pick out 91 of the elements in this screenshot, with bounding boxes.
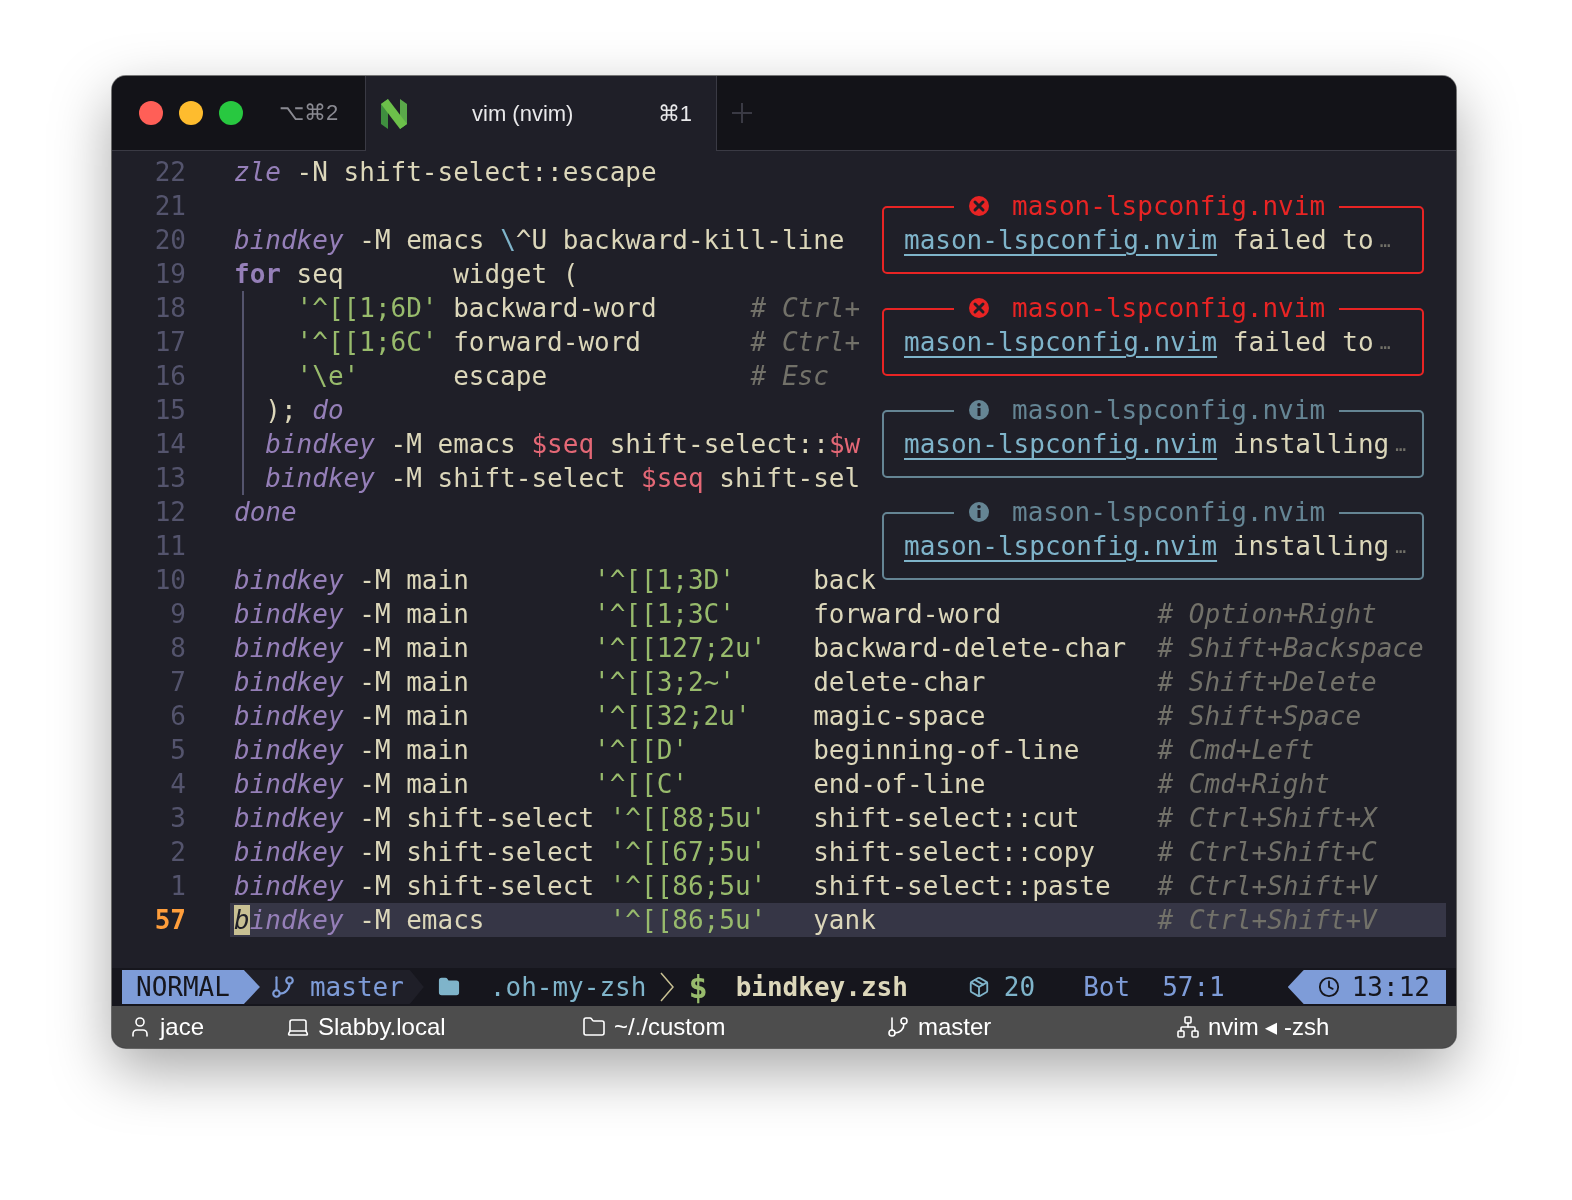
line-number: 9 — [169, 598, 186, 631]
line-number: 13 — [153, 462, 186, 495]
code-line: bindkey -M shift-select '^[[67;5u' shift-select::copy # Ctrl+Shift+C — [233, 836, 1377, 869]
code-line: bindkey -M main '^[[1;3D' back — [233, 564, 876, 597]
tab[interactable]: ⌥⌘2 — [279, 76, 365, 150]
cursor-position: 57:1 — [1162, 972, 1225, 1002]
package-icon — [967, 976, 990, 998]
line-number: 5 — [169, 734, 186, 767]
plugin-link[interactable]: mason-lspconfig.nvim — [904, 327, 1218, 357]
code-line: done — [233, 496, 297, 529]
line-number: 14 — [153, 428, 186, 461]
status-label: Slabby.local — [318, 1013, 446, 1041]
close-button[interactable] — [139, 101, 163, 125]
status-label: ~/./custom — [614, 1013, 726, 1041]
branch-name: master — [309, 972, 404, 1002]
folder-icon — [437, 976, 460, 998]
line-number: 6 — [169, 700, 186, 733]
clock-time: 13:12 — [1351, 972, 1430, 1002]
ellipsis: … — [1395, 535, 1407, 557]
chevron-icon — [660, 972, 675, 1002]
status-label: nvim ◂ -zsh — [1208, 1013, 1330, 1041]
line-number: 18 — [153, 292, 186, 325]
mode-indicator: NORMAL — [122, 970, 260, 1004]
minimize-button[interactable] — [179, 101, 203, 125]
line-number: 1 — [169, 870, 186, 903]
line-number: 21 — [153, 190, 186, 223]
code-line: bindkey -M main '^[[3;2~' delete-char # Shift+Delete — [233, 666, 1377, 699]
status-label: jace — [160, 1013, 205, 1041]
line-number: 7 — [169, 666, 186, 699]
error-icon — [968, 195, 990, 217]
notification-message: failed to — [1231, 225, 1374, 255]
line-number: 12 — [153, 496, 186, 529]
maximize-button[interactable] — [219, 101, 243, 125]
code-line: '^[[1;6D' backward-word # Ctrl+ — [295, 292, 861, 325]
line-number: 10 — [153, 564, 186, 597]
code-line: bindkey -M main '^[[127;2u' backward-delete-char # Shift+Backspace — [233, 632, 1424, 665]
line-number: 4 — [169, 768, 186, 801]
branch-icon — [269, 974, 296, 1000]
code-line: zle -N shift-select::escape — [233, 156, 657, 189]
notification-title: mason-lspconfig.nvim — [1012, 191, 1326, 221]
code-line: bindkey -M shift-select '^[[86;5u' shift-select::paste # Ctrl+Shift+V — [233, 870, 1377, 903]
prompt-symbol: $ — [688, 968, 708, 1006]
error-icon — [968, 297, 990, 319]
tree-icon — [1176, 1015, 1200, 1039]
line-number: 2 — [169, 836, 186, 869]
code-line: bindkey -M emacs $seq shift-select::$w — [264, 428, 861, 461]
code-line: '^[[1;6C' forward-word # Ctrl+ — [295, 326, 861, 359]
notification-message: failed to — [1231, 327, 1374, 357]
ellipsis: … — [1395, 433, 1407, 455]
tab[interactable]: vim (nvim) ⌘1 — [365, 76, 717, 151]
app-logo-icon — [380, 97, 408, 130]
code-line: bindkey -M emacs \^U backward-kill-line — [233, 224, 845, 257]
line-number: 8 — [169, 632, 186, 665]
code-line: bindkey -M main '^[[C' end-of-line # Cmd+Right — [233, 768, 1330, 801]
code-line: ); do — [264, 394, 344, 427]
line-number: 15 — [153, 394, 186, 427]
line-number: 17 — [153, 326, 186, 359]
package-count: 20 — [1003, 972, 1036, 1002]
code-line: bindkey -M main '^[[1;3C' forward-word # Option+Right — [233, 598, 1377, 631]
clock-icon — [1317, 976, 1340, 998]
info-icon — [968, 501, 990, 523]
scroll-position: Bot — [1083, 972, 1131, 1002]
file-name: bindkey.zsh — [735, 972, 908, 1002]
ellipsis: … — [1379, 331, 1391, 353]
line-number: 19 — [153, 258, 186, 291]
status-label: master — [918, 1013, 992, 1041]
code-line: bindkey -M shift-select $seq shift-sel — [264, 462, 861, 495]
notification-title: mason-lspconfig.nvim — [1012, 395, 1326, 425]
folder-icon — [582, 1015, 606, 1039]
notification-title: mason-lspconfig.nvim — [1012, 293, 1326, 323]
notification-title: mason-lspconfig.nvim — [1012, 497, 1326, 527]
line-number: 22 — [153, 156, 186, 189]
plugin-link[interactable]: mason-lspconfig.nvim — [904, 531, 1218, 561]
directory-name: .oh-my-zsh — [489, 972, 647, 1002]
ellipsis: … — [1379, 229, 1391, 251]
line-number: 16 — [153, 360, 186, 393]
plugin-link[interactable]: mason-lspconfig.nvim — [904, 225, 1218, 255]
notification-message: installing — [1231, 429, 1390, 459]
code-line: for seq widget ( — [233, 258, 579, 291]
info-icon — [968, 399, 990, 421]
line-number: 57 — [153, 904, 186, 937]
code-line: bindkey -M main '^[[D' beginning-of-line # Cmd+Left — [233, 734, 1315, 767]
branch-icon — [886, 1015, 910, 1039]
code-line: bindkey -M main '^[[32;2u' magic-space # Shift+Space — [233, 700, 1362, 733]
notification-message: installing — [1231, 531, 1390, 561]
line-number: 11 — [153, 530, 186, 563]
code-line: '\e' escape # Esc — [295, 360, 829, 393]
line-number: 20 — [153, 224, 186, 257]
code-line: bindkey -M shift-select '^[[88;5u' shift-select::cut # Ctrl+Shift+X — [233, 802, 1377, 835]
plugin-link[interactable]: mason-lspconfig.nvim — [904, 429, 1218, 459]
line-number: 3 — [169, 802, 186, 835]
